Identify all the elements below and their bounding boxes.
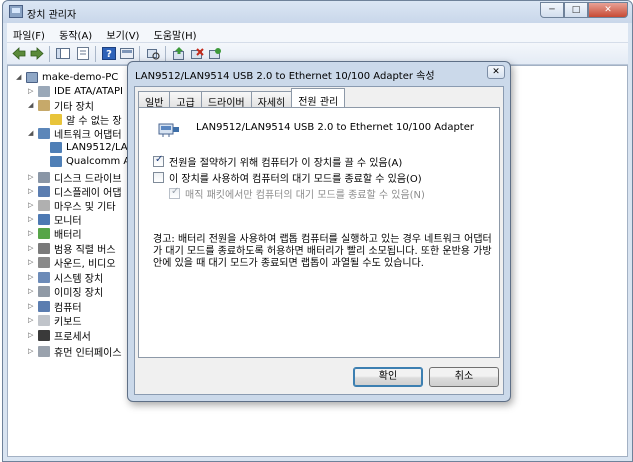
dialog-title: LAN9512/LAN9514 USB 2.0 to Ethernet 10/1… xyxy=(135,71,435,82)
warning-icon xyxy=(50,113,62,125)
tree-item[interactable]: Qualcomm A xyxy=(40,154,130,168)
cancel-button[interactable]: 취소 xyxy=(429,367,499,387)
battery-warning-text: 경고: 배터리 전원을 사용하여 랩톱 컴퓨터를 실행하고 있는 경우 네트워크… xyxy=(153,234,492,269)
scan-hardware-icon[interactable] xyxy=(145,46,161,61)
computer-icon xyxy=(26,71,38,83)
system-devices-icon xyxy=(38,271,50,283)
menu-bar: 파일(F) 동작(A) 보기(V) 도움말(H) xyxy=(7,23,628,43)
network-adapter-icon xyxy=(50,141,62,153)
allow-wake-option[interactable]: 이 장치를 사용하여 컴퓨터의 대기 모드를 종료할 수 있음(O) xyxy=(153,170,422,185)
network-adapter-icon xyxy=(38,127,50,139)
uninstall-icon[interactable] xyxy=(189,46,205,61)
menu-action[interactable]: 동작(A) xyxy=(53,23,97,43)
forward-arrow-icon[interactable] xyxy=(29,46,45,61)
display-adapter-icon xyxy=(38,185,50,197)
usb-icon xyxy=(38,242,50,254)
disk-drive-icon xyxy=(38,171,50,183)
camera-icon xyxy=(38,285,50,297)
minimize-button[interactable]: ─ xyxy=(540,2,564,18)
enable-device-icon[interactable] xyxy=(207,46,223,61)
processor-icon xyxy=(38,329,50,341)
network-adapter-icon xyxy=(50,155,62,167)
maximize-button[interactable]: □ xyxy=(564,2,588,18)
tree-item[interactable]: ▷ 사운드, 비디오 xyxy=(28,255,116,270)
speaker-icon xyxy=(38,256,50,268)
network-adapter-icon xyxy=(157,118,181,138)
device-manager-icon xyxy=(9,5,23,18)
tree-item[interactable]: ▷ 이미징 장치 xyxy=(28,284,103,299)
close-button[interactable]: ✕ xyxy=(588,2,628,18)
menu-view[interactable]: 보기(V) xyxy=(100,23,144,43)
view-icon[interactable] xyxy=(119,46,135,61)
hid-icon xyxy=(38,345,50,357)
tree-item[interactable]: ▷ 시스템 장치 xyxy=(28,270,103,285)
tab-driver[interactable]: 드라이버 xyxy=(200,91,252,109)
tree-item[interactable]: ▷ 디스크 드라이브 xyxy=(28,170,122,185)
computer-icon xyxy=(38,300,50,312)
tree-root[interactable]: ◢ make-demo-PC xyxy=(16,70,118,84)
allow-wake-checkbox[interactable] xyxy=(153,171,164,183)
title-bar[interactable]: 장치 관리자 ─ □ ✕ xyxy=(3,1,632,23)
update-driver-icon[interactable] xyxy=(171,46,187,61)
tab-details[interactable]: 자세히 xyxy=(250,91,293,109)
power-management-page: LAN9512/LAN9514 USB 2.0 to Ethernet 10/1… xyxy=(138,107,500,358)
tree-item[interactable]: ◢ 네트워크 어댑터 xyxy=(28,126,122,141)
monitor-icon xyxy=(38,213,50,225)
ide-controller-icon xyxy=(38,85,50,97)
tree-item[interactable]: ▷ 배터리 xyxy=(28,226,82,241)
tab-power-management[interactable]: 전원 관리 xyxy=(291,88,346,108)
dialog-body: 일반 고급 드라이버 자세히 전원 관리 LAN9512/LAN9514 USB… xyxy=(134,86,504,395)
svg-text:?: ? xyxy=(106,49,112,60)
tree-item[interactable]: ▷ 휴먼 인터페이스 xyxy=(28,344,122,359)
tree-item[interactable]: ▷ 디스플레이 어댑 xyxy=(28,184,122,199)
tree-item[interactable]: ◢ 기타 장치 xyxy=(28,98,94,113)
tree-item[interactable]: ▷ 컴퓨터 xyxy=(28,299,82,314)
other-devices-icon xyxy=(38,99,50,111)
tree-item[interactable]: ▷ 범용 직렬 버스 xyxy=(28,241,116,256)
tree-item[interactable]: ▷ 프로세서 xyxy=(28,328,91,343)
menu-help[interactable]: 도움말(H) xyxy=(148,23,202,43)
allow-turn-off-option[interactable]: 전원을 절약하기 위해 컴퓨터가 이 장치를 끌 수 있음(A) xyxy=(153,154,402,169)
tree-item[interactable]: ▷ 마우스 및 기타 xyxy=(28,198,116,213)
window-title: 장치 관리자 xyxy=(27,10,77,21)
menu-file[interactable]: 파일(F) xyxy=(7,23,50,43)
tree-item[interactable]: ▷ 키보드 xyxy=(28,313,82,328)
battery-icon xyxy=(38,227,50,239)
back-arrow-icon[interactable] xyxy=(11,46,27,61)
magic-packet-checkbox xyxy=(169,186,180,199)
keyboard-icon xyxy=(38,314,50,326)
allow-turn-off-checkbox[interactable] xyxy=(153,154,164,167)
properties-dialog: LAN9512/LAN9514 USB 2.0 to Ethernet 10/1… xyxy=(127,61,511,402)
device-name: LAN9512/LAN9514 USB 2.0 to Ethernet 10/1… xyxy=(196,122,474,133)
help-icon[interactable]: ? xyxy=(101,46,117,61)
tab-strip: 일반 고급 드라이버 자세히 전원 관리 xyxy=(138,88,346,109)
show-hide-tree-icon[interactable] xyxy=(55,46,71,61)
tab-advanced[interactable]: 고급 xyxy=(169,91,202,109)
tree-item[interactable]: LAN9512/LA xyxy=(40,140,128,154)
properties-icon[interactable] xyxy=(75,46,91,61)
tree-item[interactable]: ▷ IDE ATA/ATAPI xyxy=(28,84,123,98)
mouse-icon xyxy=(38,199,50,211)
tree-item[interactable]: ▷ 모니터 xyxy=(28,212,82,227)
magic-packet-option: 매직 패킷에서만 컴퓨터의 대기 모드를 종료할 수 있음(N) xyxy=(169,186,425,201)
tab-general[interactable]: 일반 xyxy=(138,91,171,109)
tree-item[interactable]: 알 수 없는 장 xyxy=(40,112,122,127)
dialog-close-button[interactable]: ✕ xyxy=(487,65,505,79)
ok-button[interactable]: 확인 xyxy=(353,367,423,387)
